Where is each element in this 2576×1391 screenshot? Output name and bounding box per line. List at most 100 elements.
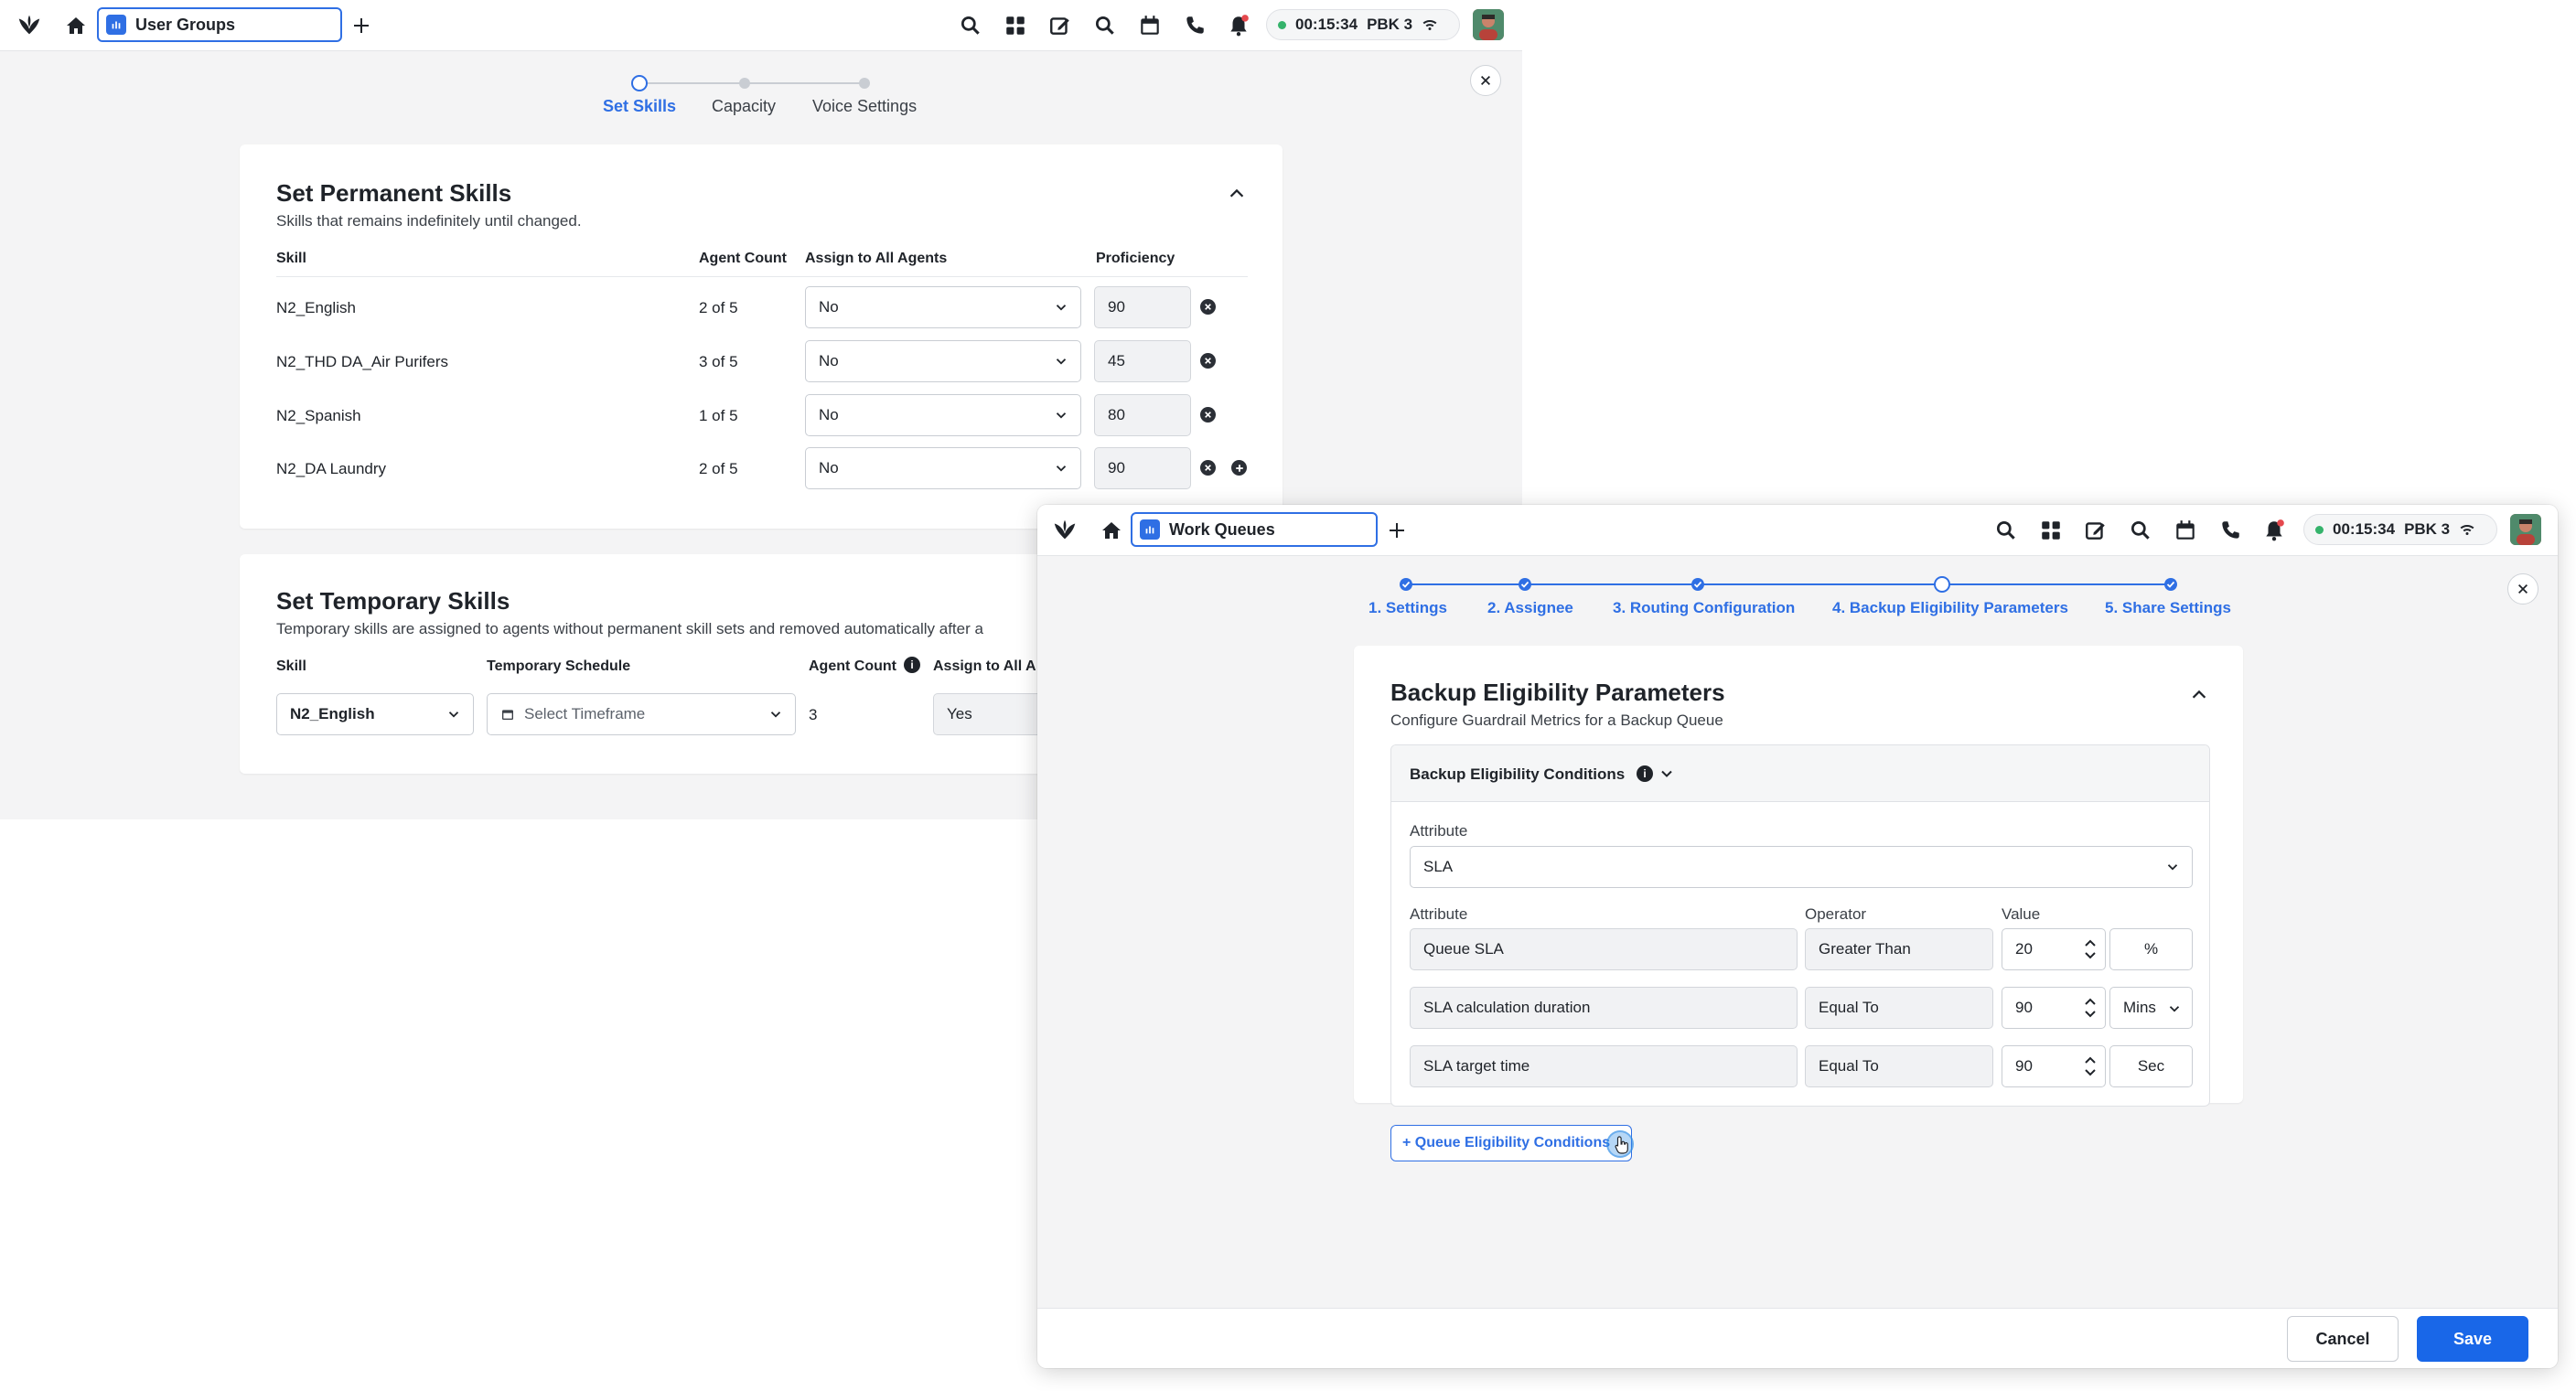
- proficiency-input[interactable]: 90: [1094, 447, 1191, 489]
- search-alt-icon[interactable]: [2124, 514, 2157, 547]
- remove-skill-icon[interactable]: [1200, 353, 1216, 369]
- calendar-icon[interactable]: [2169, 514, 2202, 547]
- condition-value: 90: [2015, 1057, 2033, 1075]
- condition-value-stepper[interactable]: 20: [2002, 928, 2106, 970]
- phone-icon[interactable]: [2214, 514, 2247, 547]
- compose-icon[interactable]: [1044, 9, 1077, 42]
- top-bar: User Groups 00:15:34 PBK 3: [0, 0, 1522, 51]
- info-icon[interactable]: i: [1637, 765, 1653, 782]
- close-button[interactable]: [1470, 65, 1501, 96]
- temporary-skill-select[interactable]: N2_English: [276, 693, 474, 735]
- phone-icon[interactable]: [1178, 9, 1211, 42]
- condition-attribute: SLA calculation duration: [1410, 987, 1798, 1029]
- apps-grid-icon[interactable]: [999, 9, 1032, 42]
- assign-all-select[interactable]: No: [805, 447, 1081, 489]
- add-queue-eligibility-condition-button[interactable]: + Queue Eligibility Conditions: [1390, 1125, 1632, 1161]
- info-icon[interactable]: i: [904, 657, 920, 673]
- assign-all-select[interactable]: No: [805, 394, 1081, 436]
- avatar[interactable]: [1473, 9, 1504, 40]
- save-button[interactable]: Save: [2417, 1316, 2528, 1362]
- step-dot-complete: [1691, 578, 1704, 591]
- attribute-select[interactable]: SLA: [1410, 846, 2193, 888]
- proficiency-input[interactable]: 80: [1094, 394, 1191, 436]
- conditions-header[interactable]: Backup Eligibility Conditions i: [1391, 745, 2209, 802]
- header-divider: [276, 276, 1248, 277]
- search-icon[interactable]: [1990, 514, 2023, 547]
- timeframe-placeholder: Select Timeframe: [524, 705, 646, 722]
- chevron-down-icon: [1056, 465, 1067, 472]
- chevron-down-icon[interactable]: [1657, 764, 1677, 784]
- compose-icon[interactable]: [2079, 514, 2112, 547]
- notification-bell-icon[interactable]: [2258, 514, 2291, 547]
- column-header-agent-count: Agent Count: [809, 658, 896, 674]
- proficiency-value: 45: [1108, 352, 1125, 369]
- step-backup-eligibility[interactable]: 4. Backup Eligibility Parameters: [1832, 599, 2068, 617]
- column-header-attribute: Attribute: [1410, 905, 1468, 923]
- call-status-pill[interactable]: 00:15:34 PBK 3: [2303, 514, 2497, 545]
- step-assignee[interactable]: 2. Assignee: [1487, 599, 1573, 617]
- collapse-chevron-up-icon[interactable]: [2186, 682, 2212, 708]
- conditions-panel: Backup Eligibility Conditions i Attribut…: [1390, 744, 2210, 1107]
- new-tab-plus-icon[interactable]: [1381, 515, 1412, 546]
- extension-label: PBK 3: [1367, 16, 1413, 33]
- agent-count: 3: [809, 706, 818, 723]
- apps-grid-icon[interactable]: [2034, 514, 2067, 547]
- wizard-stepper: [631, 75, 870, 91]
- notification-bell-icon[interactable]: [1222, 9, 1255, 42]
- save-label: Save: [2453, 1329, 2493, 1348]
- calendar-icon[interactable]: [1133, 9, 1166, 42]
- assign-all-select[interactable]: No: [805, 286, 1081, 328]
- step-set-skills[interactable]: Set Skills: [603, 97, 676, 116]
- step-settings[interactable]: 1. Settings: [1368, 599, 1447, 617]
- select-value: No: [819, 352, 839, 369]
- condition-operator: Equal To: [1805, 987, 1993, 1029]
- home-icon[interactable]: [60, 10, 91, 41]
- call-status-pill[interactable]: 00:15:34 PBK 3: [1266, 9, 1460, 40]
- condition-attribute-text: SLA target time: [1423, 1057, 1530, 1075]
- condition-unit-select[interactable]: Mins: [2109, 987, 2193, 1029]
- step-share-settings[interactable]: 5. Share Settings: [2105, 599, 2231, 617]
- calendar-icon: [500, 707, 515, 722]
- condition-attribute: SLA target time: [1410, 1045, 1798, 1087]
- app-logo-icon[interactable]: [1048, 514, 1081, 547]
- search-alt-icon[interactable]: [1089, 9, 1122, 42]
- remove-skill-icon[interactable]: [1200, 407, 1216, 423]
- condition-value-stepper[interactable]: 90: [2002, 987, 2106, 1029]
- avatar[interactable]: [2510, 514, 2541, 545]
- timeframe-select[interactable]: Select Timeframe: [487, 693, 796, 735]
- agent-count: 2 of 5: [699, 299, 738, 316]
- condition-unit-text: %: [2143, 940, 2159, 958]
- condition-value-stepper[interactable]: 90: [2002, 1045, 2106, 1087]
- select-value: No: [819, 459, 839, 476]
- skill-name: N2_English: [276, 299, 356, 316]
- proficiency-input[interactable]: 45: [1094, 340, 1191, 382]
- search-icon[interactable]: [954, 9, 987, 42]
- step-dot-complete: [2164, 578, 2177, 591]
- step-routing-configuration[interactable]: 3. Routing Configuration: [1613, 599, 1795, 617]
- step-dot: [859, 78, 870, 89]
- remove-skill-icon[interactable]: [1200, 460, 1216, 476]
- cancel-button[interactable]: Cancel: [2287, 1316, 2399, 1362]
- add-skill-icon[interactable]: [1231, 460, 1247, 476]
- tab-user-groups[interactable]: User Groups: [97, 7, 342, 42]
- collapse-chevron-up-icon[interactable]: [1224, 181, 1250, 207]
- condition-attribute: Queue SLA: [1410, 928, 1798, 970]
- home-icon[interactable]: [1096, 515, 1127, 546]
- step-capacity[interactable]: Capacity: [712, 97, 776, 116]
- skill-name: N2_Spanish: [276, 407, 361, 424]
- assign-all-select[interactable]: No: [805, 340, 1081, 382]
- backup-eligibility-card: Backup Eligibility Parameters Configure …: [1354, 646, 2243, 1161]
- status-dot: [1278, 20, 1286, 29]
- proficiency-input[interactable]: 90: [1094, 286, 1191, 328]
- new-tab-plus-icon[interactable]: [346, 10, 377, 41]
- condition-value: 20: [2015, 940, 2033, 958]
- close-button[interactable]: [2507, 573, 2538, 605]
- tab-work-queues[interactable]: Work Queues: [1131, 512, 1378, 547]
- column-header-assign-all: Assign to All A: [933, 658, 1036, 674]
- app-logo-icon[interactable]: [13, 9, 46, 42]
- remove-skill-icon[interactable]: [1200, 299, 1216, 315]
- step-voice-settings[interactable]: Voice Settings: [812, 97, 917, 116]
- status-dot: [2315, 525, 2324, 534]
- assign-all-text: Yes: [947, 705, 972, 722]
- stepper-arrows-icon: [2085, 939, 2096, 959]
